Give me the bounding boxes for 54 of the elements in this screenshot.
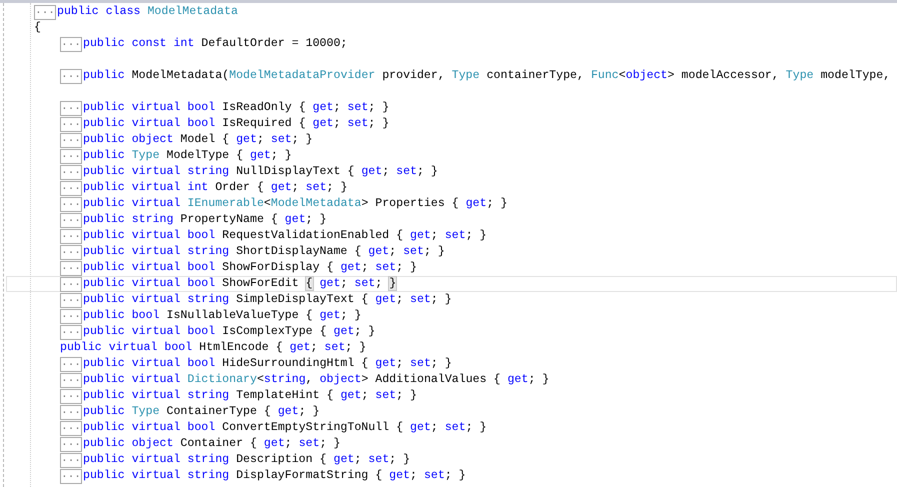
code-line: public class ModelMetadata [57, 5, 238, 19]
code-line: public virtual string TemplateHint { get; set; } [83, 389, 417, 403]
collapsed-code-button[interactable]: ... [60, 436, 82, 452]
collapsed-code-button[interactable]: ... [60, 196, 82, 212]
code-line: public bool IsNullableValueType { get; } [83, 309, 362, 323]
code-line: { [34, 21, 41, 35]
code-line: public virtual string Description { get; set; } [83, 453, 410, 467]
code-line: public virtual bool ShowForDisplay { get; set; } [83, 261, 417, 275]
code-line: public virtual string NullDisplayText { get; set; } [83, 165, 438, 179]
collapsed-code-button[interactable]: ... [60, 100, 82, 116]
collapsed-code-button[interactable]: ... [60, 148, 82, 164]
collapsed-code-button[interactable]: ... [60, 164, 82, 180]
code-line: public Type ModelType { get; } [83, 149, 292, 163]
collapsed-code-button[interactable]: ... [60, 180, 82, 196]
collapsed-code-button[interactable]: ... [60, 372, 82, 388]
collapsed-code-button[interactable]: ... [60, 452, 82, 468]
code-line: public virtual bool HtmlEncode { get; set; } [60, 341, 366, 355]
collapsed-code-button[interactable]: ... [60, 420, 82, 436]
code-line: public virtual Dictionary<string, object> AdditionalValues { get; } [83, 373, 550, 387]
collapsed-code-button[interactable]: ... [60, 132, 82, 148]
collapsed-code-button[interactable]: ... [60, 212, 82, 228]
code-line: public string PropertyName { get; } [83, 213, 327, 227]
collapsed-code-button[interactable]: ... [60, 260, 82, 276]
code-line: public object Model { get; set; } [83, 133, 313, 147]
collapsed-code-button[interactable]: ... [60, 68, 82, 84]
code-line: public virtual string SimpleDisplayText { get; set; } [83, 293, 452, 307]
code-line: public ModelMetadata(ModelMetadataProvider provider, Type containerType, Func<object> modelAccessor, Type modelType, [83, 69, 890, 83]
code-line: public virtual bool IsReadOnly { get; set; } [83, 101, 390, 115]
code-line: public virtual bool RequestValidationEnabled { get; set; } [83, 229, 487, 243]
collapsed-code-button[interactable]: ... [60, 292, 82, 308]
code-line: public Type ContainerType { get; } [83, 405, 320, 419]
collapsed-code-button[interactable]: ... [60, 36, 82, 52]
code-line: public virtual bool IsRequired { get; set; } [83, 117, 390, 131]
collapsed-code-button[interactable]: ... [60, 276, 82, 292]
code-line: public virtual string DisplayFormatString { get; set; } [83, 469, 466, 483]
collapsed-code-button[interactable]: ... [60, 388, 82, 404]
code-line: public virtual int Order { get; set; } [83, 181, 348, 195]
collapsed-code-button[interactable]: ... [60, 116, 82, 132]
code-line: public virtual bool HideSurroundingHtml { get; set; } [83, 357, 452, 371]
code-line: public virtual IEnumerable<ModelMetadata> Properties { get; } [83, 197, 508, 211]
code-line: public virtual string ShortDisplayName { get; set; } [83, 245, 445, 259]
collapsed-code-button[interactable]: ... [60, 404, 82, 420]
collapsed-code-button[interactable]: ... [60, 324, 82, 340]
collapsed-code-button[interactable]: ... [60, 308, 82, 324]
collapsed-code-button[interactable]: ... [60, 356, 82, 372]
collapsed-code-button[interactable]: ... [60, 244, 82, 260]
code-line: public const int DefaultOrder = 10000; [83, 37, 348, 51]
code-line: public virtual bool IsComplexType { get; } [83, 325, 376, 339]
collapsed-code-button[interactable]: ... [60, 468, 82, 484]
collapsed-code-button[interactable]: ... [34, 4, 56, 20]
code-line: public virtual bool ShowForEdit { get; set; } [83, 277, 396, 291]
collapsed-code-button[interactable]: ... [60, 228, 82, 244]
code-line: public virtual bool ConvertEmptyStringToNull { get; set; } [83, 421, 487, 435]
code-line: public object Container { get; set; } [83, 437, 340, 451]
